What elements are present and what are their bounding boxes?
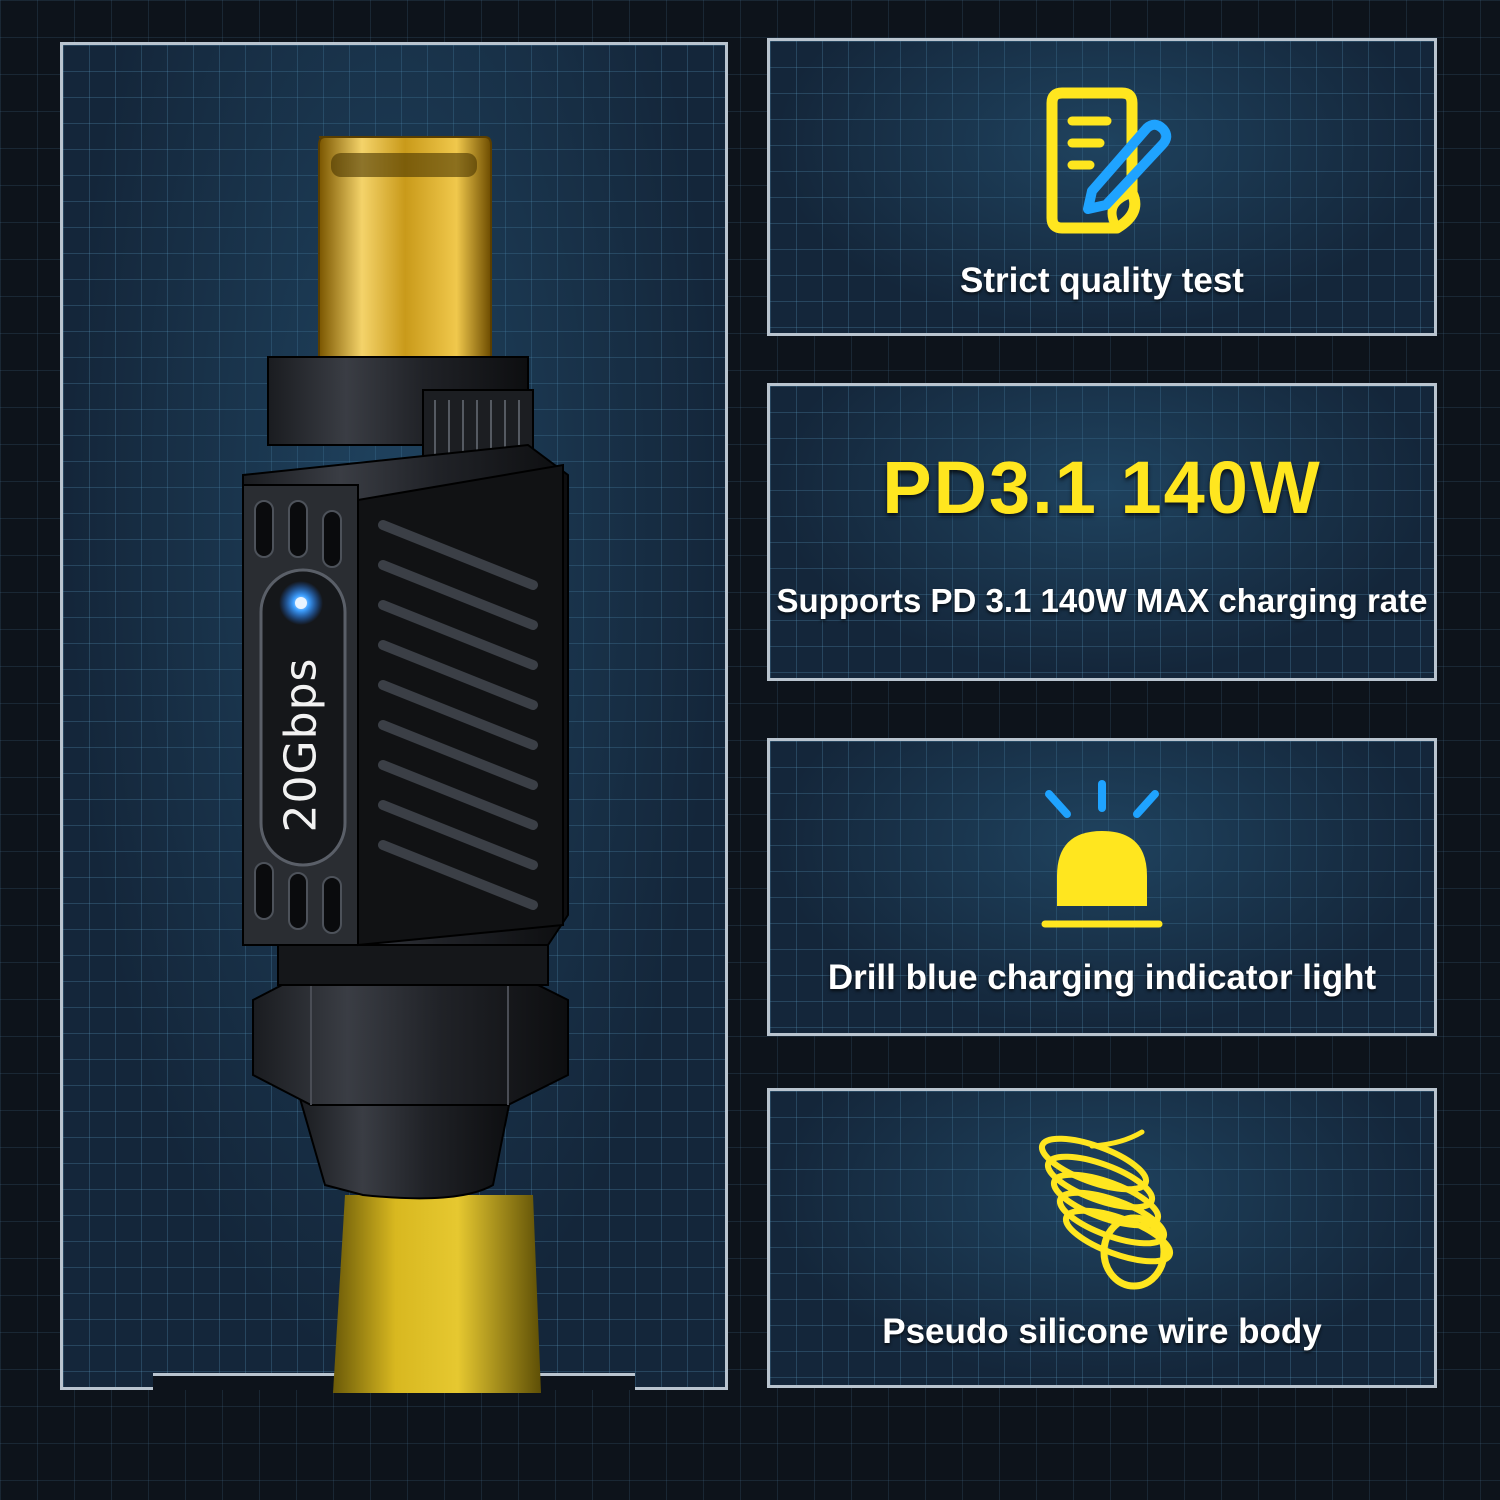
feature-card-power: PD3.1 140W Supports PD 3.1 140W MAX char… [767, 383, 1437, 681]
power-headline: PD3.1 140W [882, 445, 1322, 529]
feature-caption: Drill blue charging indicator light [827, 958, 1377, 997]
feature-card-wire: Pseudo silicone wire body [767, 1088, 1437, 1388]
feature-card-quality: Strict quality test [767, 38, 1437, 336]
coil-wire-icon [1038, 1129, 1174, 1290]
usb-c-cable-illustration [242, 136, 569, 1393]
feature-caption: Pseudo silicone wire body [882, 1312, 1322, 1351]
document-pen-icon [1046, 87, 1172, 234]
alarm-light-icon [1041, 780, 1163, 928]
feature-caption: Supports PD 3.1 140W MAX charging rate [776, 581, 1428, 619]
product-panel: 20Gbps [60, 42, 728, 1393]
feature-caption: Strict quality test [960, 261, 1244, 300]
speed-label: 20Gbps [275, 657, 327, 833]
feature-card-indicator: Drill blue charging indicator light [767, 738, 1437, 1036]
